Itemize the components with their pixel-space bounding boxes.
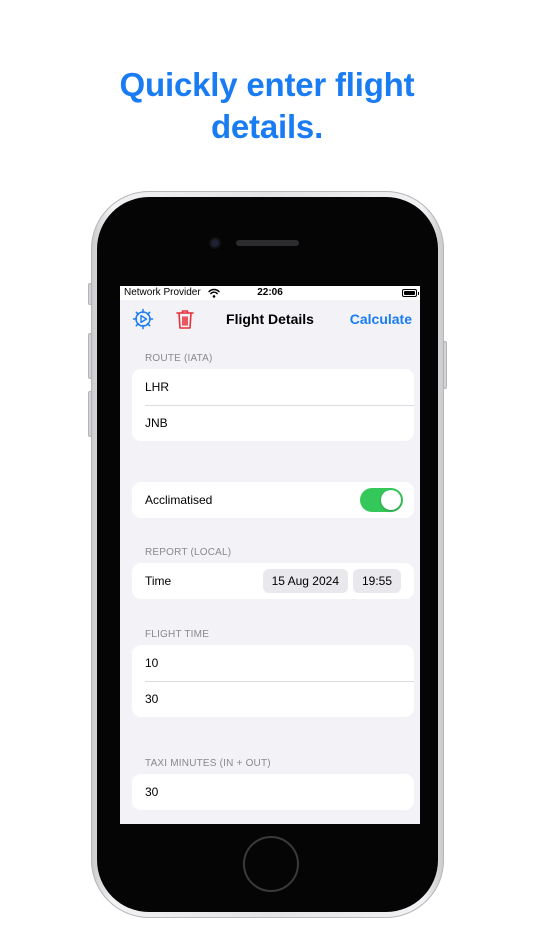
acclimatised-group: Acclimatised bbox=[132, 482, 414, 518]
headline-line-2: details. bbox=[210, 108, 324, 145]
flight-hours-field[interactable]: 10 bbox=[132, 645, 414, 681]
volume-down-button bbox=[88, 391, 92, 437]
battery-icon bbox=[402, 289, 419, 297]
home-button bbox=[243, 836, 299, 892]
acclimatised-row: Acclimatised bbox=[132, 482, 414, 518]
acclimatised-toggle[interactable] bbox=[360, 488, 403, 512]
headline-line-1: Quickly enter flight bbox=[119, 66, 415, 103]
volume-up-button bbox=[88, 333, 92, 379]
flight-minutes-field[interactable]: 30 bbox=[132, 681, 414, 717]
report-time-row: Time 15 Aug 2024 19:55 bbox=[132, 563, 414, 599]
status-bar: Network Provider 22:06 bbox=[120, 286, 420, 300]
mute-switch bbox=[88, 283, 92, 305]
taxi-section-header: TAXI MINUTES (IN + OUT) bbox=[145, 758, 271, 769]
acclimatised-label: Acclimatised bbox=[145, 493, 213, 507]
report-section-header: REPORT (LOCAL) bbox=[145, 547, 232, 558]
taxi-group: 30 bbox=[132, 774, 414, 810]
origin-field[interactable]: LHR bbox=[132, 369, 414, 405]
flight-time-group: 10 30 bbox=[132, 645, 414, 717]
report-date-picker[interactable]: 15 Aug 2024 bbox=[262, 569, 348, 593]
app-screen: Network Provider 22:06 Flight Details Ca… bbox=[120, 286, 420, 824]
calculate-button[interactable]: Calculate bbox=[350, 311, 412, 327]
phone-bezel: Network Provider 22:06 Flight Details Ca… bbox=[97, 197, 438, 912]
report-group: Time 15 Aug 2024 19:55 bbox=[132, 563, 414, 599]
report-time-label: Time bbox=[145, 574, 172, 588]
front-camera bbox=[211, 239, 219, 247]
status-time: 22:06 bbox=[257, 287, 283, 298]
power-button bbox=[443, 341, 447, 389]
flight-time-section-header: FLIGHT TIME bbox=[145, 629, 210, 640]
phone-frame: Network Provider 22:06 Flight Details Ca… bbox=[88, 191, 447, 918]
taxi-minutes-field[interactable]: 30 bbox=[132, 774, 414, 810]
navigation-bar: Flight Details Calculate bbox=[120, 300, 420, 342]
earpiece-speaker bbox=[236, 240, 299, 246]
report-time-picker[interactable]: 19:55 bbox=[352, 569, 401, 593]
destination-field[interactable]: JNB bbox=[132, 405, 414, 441]
route-group: LHR JNB bbox=[132, 369, 414, 441]
headline: Quickly enter flight details. bbox=[0, 64, 534, 148]
route-section-header: ROUTE (IATA) bbox=[145, 353, 213, 364]
